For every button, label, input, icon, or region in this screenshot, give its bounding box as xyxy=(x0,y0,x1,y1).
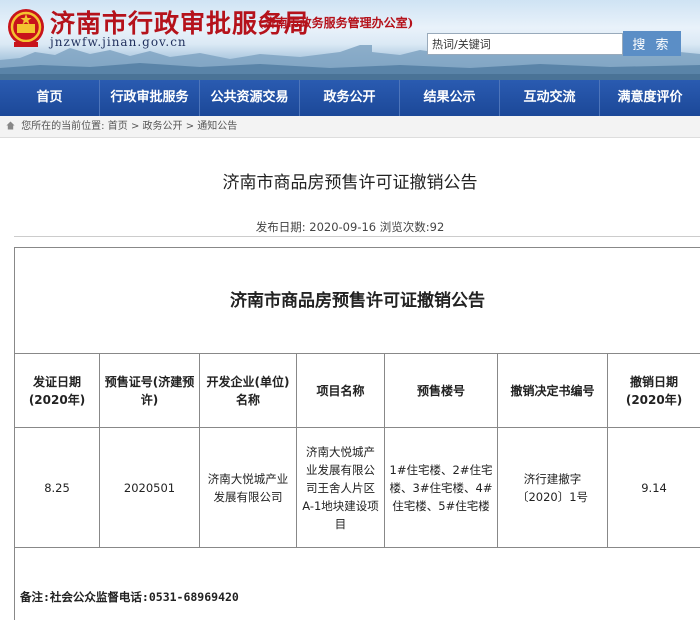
breadcrumb-separator: > xyxy=(185,121,195,132)
announcement-table: 济南市商品房预售许可证撤销公告 发证日期(2020年) 预售证号(济建预许) 开… xyxy=(13,247,700,548)
home-icon xyxy=(6,121,15,130)
nav-item-resource-trading[interactable]: 公共资源交易 xyxy=(200,80,300,116)
table-row: 8.25 2020501 济南大悦城产业发展有限公司 济南大悦城产业发展有限公司… xyxy=(14,427,700,548)
table-cell: 济南大悦城产业发展有限公司王舍人片区A-1地块建设项目 xyxy=(296,427,385,548)
site-url: jnzwfw.jinan.gov.cn xyxy=(50,35,187,49)
site-header: 济南市行政审批服务局 (济南市政务服务管理办公室) jnzwfw.jinan.g… xyxy=(0,0,700,80)
table-cell: 济行建撤字〔2020〕1号 xyxy=(497,427,608,548)
nav-item-home[interactable]: 首页 xyxy=(0,80,100,116)
nav-item-satisfaction[interactable]: 满意度评价 xyxy=(600,80,700,116)
breadcrumb-section-link[interactable]: 政务公开 xyxy=(143,121,183,132)
article-meta: 发布日期: 2020-09-16 浏览次数:92 xyxy=(255,220,445,234)
nav-item-gov-disclosure[interactable]: 政务公开 xyxy=(300,80,400,116)
page-title: 济南市商品房预售许可证撤销公告 xyxy=(222,173,478,193)
nav-item-interaction[interactable]: 互动交流 xyxy=(500,80,600,116)
column-header: 预售楼号 xyxy=(384,353,498,428)
table-title: 济南市商品房预售许可证撤销公告 xyxy=(13,247,700,354)
nav-item-results[interactable]: 结果公示 xyxy=(400,80,500,116)
breadcrumb-current-link[interactable]: 通知公告 xyxy=(197,121,237,132)
divider xyxy=(14,236,700,237)
breadcrumb-prefix: 您所在的当前位置: xyxy=(21,121,105,132)
table-cell: 9.14 xyxy=(606,427,700,548)
nav-item-approval[interactable]: 行政审批服务 xyxy=(100,80,200,116)
column-header: 发证日期(2020年) xyxy=(14,353,100,428)
main-nav: 首页 行政审批服务 公共资源交易 政务公开 结果公示 互动交流 满意度评价 xyxy=(0,80,700,116)
national-emblem-icon xyxy=(8,9,44,47)
column-header: 开发企业(单位)名称 xyxy=(199,353,297,428)
table-header-row: 发证日期(2020年) 预售证号(济建预许) 开发企业(单位)名称 项目名称 预… xyxy=(14,353,700,428)
column-header: 项目名称 xyxy=(296,353,385,428)
column-header: 撤销决定书编号 xyxy=(497,353,608,428)
search-button[interactable]: 搜 索 xyxy=(623,31,681,56)
column-header: 预售证号(济建预许) xyxy=(99,353,200,428)
breadcrumb-separator: > xyxy=(130,121,140,132)
column-header: 撤销日期(2020年) xyxy=(606,353,700,428)
site-subtitle: (济南市政务服务管理办公室) xyxy=(258,16,414,30)
table-cell: 济南大悦城产业发展有限公司 xyxy=(199,427,297,548)
search-input[interactable] xyxy=(427,33,623,55)
table-left-border xyxy=(14,548,15,620)
supervision-note: 备注:社会公众监督电话:0531-68969420 xyxy=(20,590,239,604)
table-cell: 2020501 xyxy=(99,427,200,548)
table-cell: 8.25 xyxy=(14,427,100,548)
breadcrumb-home-link[interactable]: 首页 xyxy=(108,121,128,132)
table-cell: 1#住宅楼、2#住宅楼、3#住宅楼、4#住宅楼、5#住宅楼 xyxy=(384,427,498,548)
breadcrumb: 您所在的当前位置: 首页 > 政务公开 > 通知公告 xyxy=(0,116,700,138)
